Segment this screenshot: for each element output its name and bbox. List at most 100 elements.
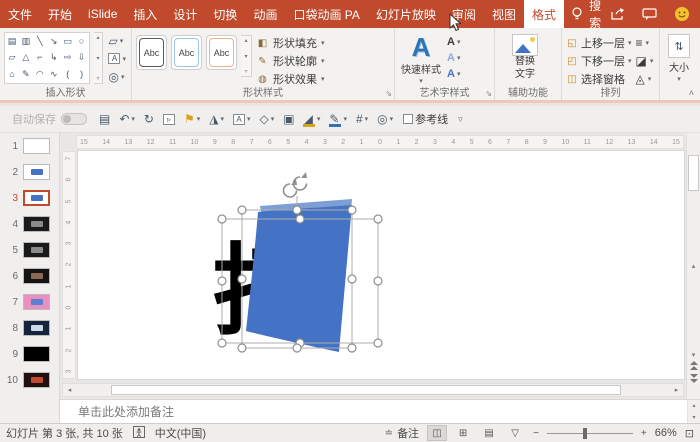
- shape-gallery-icon-6[interactable]: ▱: [9, 53, 16, 62]
- zoom-percentage[interactable]: 66%: [655, 427, 677, 439]
- shape-gallery-icon-16[interactable]: (: [66, 70, 69, 79]
- dialog-launcher-icon[interactable]: ⇘: [385, 89, 392, 98]
- slide-thumbnail-6[interactable]: 6: [0, 263, 59, 289]
- shape-gallery-icon-10[interactable]: ⇨: [64, 53, 72, 62]
- shape-gallery-icon-14[interactable]: ◠: [36, 70, 44, 79]
- notes-scroll-down-icon[interactable]: ▾: [688, 411, 700, 423]
- slide-thumbnail-9[interactable]: 9: [0, 341, 59, 367]
- merge-shapes-qat-button[interactable]: ◎ ▾: [373, 111, 397, 127]
- merge-shapes-button[interactable]: ◎ ▾: [107, 69, 127, 84]
- align-button[interactable]: ⚑ ▾: [180, 111, 204, 127]
- user-avatar[interactable]: [673, 7, 690, 22]
- draw-textbox-button[interactable]: A ▾: [107, 51, 127, 66]
- notes-scrollbar[interactable]: ▴ ▾: [687, 400, 700, 423]
- shape-gallery-icon-9[interactable]: ↳: [50, 53, 58, 62]
- shape-gallery-icon-1[interactable]: ▥: [22, 36, 31, 46]
- zoom-out-icon[interactable]: −: [533, 428, 539, 439]
- scroll-down-icon[interactable]: ▾: [687, 351, 700, 359]
- selection-pane-button[interactable]: ▣: [279, 111, 298, 127]
- menu-tab-动画[interactable]: 动画: [245, 0, 285, 28]
- slide-thumbnail-3[interactable]: 3: [0, 185, 59, 211]
- v-scroll-thumb[interactable]: [688, 155, 699, 191]
- slide-thumbnail-7[interactable]: 7: [0, 289, 59, 315]
- guides-checkbox[interactable]: 参考线: [399, 109, 452, 129]
- button-下移一层[interactable]: ◰ 下移一层 ▾: [566, 53, 631, 69]
- start-slideshow-button[interactable]: ▹: [159, 112, 179, 127]
- zoom-in-icon[interactable]: +: [641, 428, 647, 439]
- slide-thumbnail-1[interactable]: 1: [0, 133, 59, 159]
- comments-icon[interactable]: [641, 7, 658, 22]
- button-形状填充[interactable]: ◧ 形状填充 ▾: [256, 35, 325, 51]
- align-objects-button[interactable]: ≡ ▾: [636, 35, 654, 51]
- notes-toggle-button[interactable]: ≐ 备注: [385, 425, 419, 441]
- share-icon[interactable]: [609, 7, 626, 22]
- search-box[interactable]: 搜索: [564, 0, 609, 30]
- outline-color-button[interactable]: ✎ ▾: [325, 111, 351, 127]
- shape-gallery-icon-5[interactable]: ○: [79, 36, 84, 46]
- slide-thumbnail-8[interactable]: 8: [0, 315, 59, 341]
- collapse-ribbon-icon[interactable]: ˄: [689, 88, 694, 98]
- vertical-scrollbar[interactable]: ▴ ▾: [686, 133, 700, 399]
- slide-thumbnail-4[interactable]: 4: [0, 211, 59, 237]
- language-indicator[interactable]: 中文(中国): [155, 425, 206, 441]
- zoom-slider[interactable]: [546, 427, 633, 439]
- button-形状轮廓[interactable]: ✎ 形状轮廓 ▾: [256, 53, 324, 69]
- menu-tab-口袋动画 PA[interactable]: 口袋动画 PA: [285, 0, 367, 28]
- shape-gallery-icon-12[interactable]: ⌂: [9, 70, 14, 79]
- menu-tab-设计[interactable]: 设计: [165, 0, 205, 28]
- menu-tab-iSlide[interactable]: iSlide: [80, 0, 125, 28]
- autosave-toggle[interactable]: 自动保存: [6, 111, 93, 127]
- fit-to-window-icon[interactable]: ⊡: [685, 427, 694, 440]
- size-button[interactable]: ⇅ 大小 ▾: [664, 32, 694, 87]
- menu-tab-文件[interactable]: 文件: [0, 0, 40, 28]
- menu-tab-切换[interactable]: 切换: [205, 0, 245, 28]
- normal-view-button[interactable]: ◫: [427, 425, 448, 441]
- group-objects-button[interactable]: ◪ ▾: [636, 53, 654, 69]
- next-slide-button[interactable]: [687, 372, 700, 385]
- slide-sorter-view-button[interactable]: ⊞: [453, 425, 473, 441]
- menu-tab-幻灯片放映[interactable]: 幻灯片放映: [368, 0, 444, 28]
- shape-gallery-icon-17[interactable]: ): [80, 70, 83, 79]
- edit-shape-button[interactable]: ▱ ▾: [107, 33, 127, 48]
- undo-button[interactable]: ↶ ▾: [115, 111, 139, 127]
- menu-tab-插入[interactable]: 插入: [125, 0, 165, 28]
- rotate-handle-icon[interactable]: [282, 172, 308, 198]
- accessibility-checker-icon[interactable]: [132, 425, 145, 441]
- grid-button[interactable]: # ▾: [352, 111, 372, 127]
- shapes-button[interactable]: ◇ ▾: [256, 111, 279, 127]
- menu-tab-视图[interactable]: 视图: [484, 0, 524, 28]
- slide-thumbnail-5[interactable]: 5: [0, 237, 59, 263]
- button-上移一层[interactable]: ◱ 上移一层 ▾: [566, 35, 631, 51]
- previous-slide-button[interactable]: [687, 359, 700, 372]
- alt-text-button[interactable]: 替换 文字: [499, 32, 551, 87]
- menu-tab-开始[interactable]: 开始: [40, 0, 80, 28]
- shape-style-preset-3[interactable]: Abc: [206, 35, 237, 70]
- notes-pane[interactable]: 单击此处添加备注 ▴ ▾: [60, 399, 700, 423]
- scroll-right-icon[interactable]: ▸: [670, 384, 683, 396]
- h-scroll-thumb[interactable]: [111, 385, 621, 395]
- shape-style-preset-2[interactable]: Abc: [171, 35, 202, 70]
- rotate-3d-button[interactable]: ◮ ▾: [205, 111, 228, 127]
- reading-view-button[interactable]: ▤: [479, 425, 499, 441]
- shape-gallery-icon-13[interactable]: ✎: [22, 70, 30, 79]
- notes-scroll-up-icon[interactable]: ▴: [688, 400, 700, 412]
- shape-gallery-icon-8[interactable]: ⌐: [37, 53, 42, 62]
- quick-styles-button[interactable]: A 快速样式 ▾: [399, 32, 443, 87]
- text-effects-button[interactable]: A ▾: [447, 66, 460, 81]
- zoom-slider-thumb[interactable]: [583, 427, 588, 439]
- scroll-left-icon[interactable]: ◂: [63, 384, 76, 396]
- shape-gallery-icon-4[interactable]: ▭: [63, 36, 72, 46]
- shape-gallery-icon-3[interactable]: ↘: [50, 36, 58, 46]
- blue-freeform-shape[interactable]: [246, 205, 352, 352]
- text-outline-button[interactable]: A ▾: [447, 50, 460, 65]
- menu-tab-格式[interactable]: 格式: [523, 0, 564, 28]
- textbox-button[interactable]: A ▾: [229, 112, 255, 127]
- dialog-launcher-icon[interactable]: ⇘: [485, 89, 492, 98]
- shape-style-preset-1[interactable]: Abc: [136, 35, 167, 70]
- notes-placeholder[interactable]: 单击此处添加备注: [60, 403, 174, 420]
- shape-gallery-icon-15[interactable]: ∿: [50, 70, 58, 79]
- redo-button[interactable]: ↻: [140, 111, 158, 127]
- horizontal-scrollbar[interactable]: ◂ ▸: [62, 383, 684, 397]
- slide-thumbnail-2[interactable]: 2: [0, 159, 59, 185]
- shape-gallery-icon-7[interactable]: △: [22, 53, 29, 62]
